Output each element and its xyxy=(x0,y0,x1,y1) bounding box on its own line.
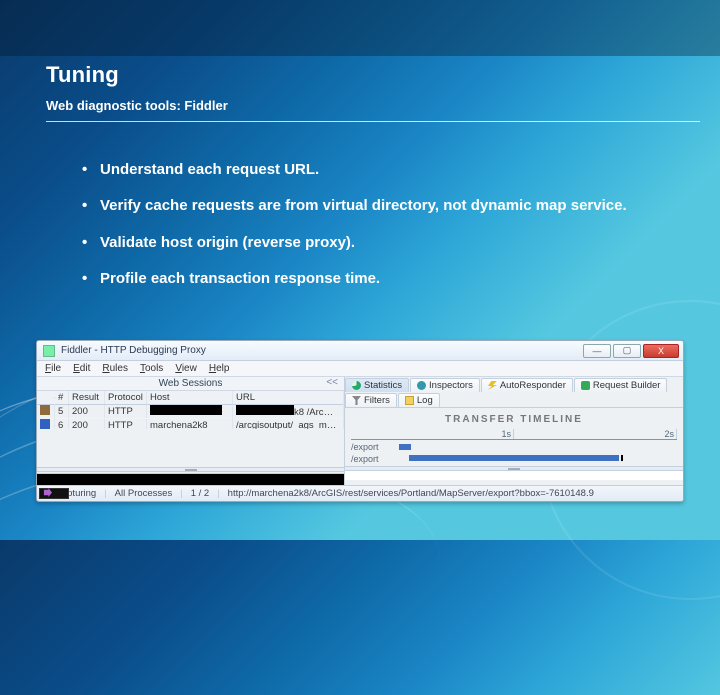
corner-badge xyxy=(39,488,69,499)
tab-log[interactable]: Log xyxy=(398,393,440,407)
bullet-list: Understand each request URL. Verify cach… xyxy=(86,160,680,305)
table-row[interactable]: 6 200 HTTP marchena2k8 /arcgisoutput/_ag… xyxy=(37,419,344,429)
status-bar: Capturing | All Processes | 1 / 2 | http… xyxy=(37,485,683,501)
minimize-button[interactable]: — xyxy=(583,344,611,358)
table-row[interactable]: 5 200 HTTP k8 /ArcGIS/rest/services/Port… xyxy=(37,405,344,419)
sessions-pane: Web Sessions << # Result Protocol Host U… xyxy=(37,377,345,485)
pin-icon[interactable]: << xyxy=(326,377,338,388)
bullet-item: Understand each request URL. xyxy=(86,160,680,180)
menu-file[interactable]: File xyxy=(45,363,61,374)
timeline-end-tick xyxy=(621,455,623,461)
menu-bar: File Edit Rules Tools View Help xyxy=(37,361,683,377)
tick: 1s xyxy=(351,429,514,439)
col-result[interactable]: Result xyxy=(69,391,105,404)
cell-num: 6 xyxy=(55,419,69,429)
timeline-bar xyxy=(399,444,411,450)
tick: 2s xyxy=(514,429,677,439)
col-num[interactable]: # xyxy=(55,391,69,404)
tab-inspectors[interactable]: Inspectors xyxy=(410,378,480,392)
app-icon xyxy=(43,345,55,357)
tab-request-builder[interactable]: Request Builder xyxy=(574,378,668,392)
session-icon xyxy=(40,419,50,429)
cell-host xyxy=(147,404,233,419)
lower-blank-panel xyxy=(345,471,683,480)
close-button[interactable]: X xyxy=(643,344,679,358)
tab-statistics[interactable]: Statistics xyxy=(345,378,409,392)
bullet-item: Verify cache requests are from virtual d… xyxy=(86,196,680,216)
menu-edit[interactable]: Edit xyxy=(73,363,90,374)
menu-view[interactable]: View xyxy=(175,363,197,374)
eye-icon xyxy=(417,381,426,390)
timeline-label: /export xyxy=(351,454,395,464)
upload-icon xyxy=(581,381,590,390)
timeline-row: /export xyxy=(351,452,677,464)
col-icon xyxy=(37,397,55,399)
cell-protocol: HTTP xyxy=(105,419,147,429)
bullet-item: Profile each transaction response time. xyxy=(86,269,680,289)
cell-result: 200 xyxy=(69,405,105,418)
cell-protocol: HTTP xyxy=(105,405,147,418)
table-header: # Result Protocol Host URL xyxy=(37,391,344,405)
funnel-icon xyxy=(352,396,361,405)
fiddler-window: Fiddler - HTTP Debugging Proxy — ▢ X Fil… xyxy=(36,340,684,502)
slide-title: Tuning xyxy=(46,62,700,88)
splitter-horizontal[interactable] xyxy=(37,467,344,472)
timeline-bar xyxy=(409,455,619,461)
col-protocol[interactable]: Protocol xyxy=(105,391,147,404)
col-url[interactable]: URL xyxy=(233,391,344,404)
redacted-url-part xyxy=(236,405,294,415)
detail-pane: Statistics Inspectors AutoResponder Requ… xyxy=(345,377,683,485)
clock-icon xyxy=(352,381,361,390)
menu-help[interactable]: Help xyxy=(209,363,230,374)
bullet-item: Validate host origin (reverse proxy). xyxy=(86,233,680,253)
menu-tools[interactable]: Tools xyxy=(140,363,163,374)
splitter-horizontal[interactable] xyxy=(345,466,683,471)
redacted-host xyxy=(150,405,222,415)
status-counter: 1 / 2 xyxy=(191,488,210,499)
redacted-bar xyxy=(37,473,344,485)
web-sessions-label: Web Sessions xyxy=(159,378,223,389)
detail-tabs: Statistics Inspectors AutoResponder Requ… xyxy=(345,377,683,408)
col-host[interactable]: Host xyxy=(147,391,233,404)
menu-rules[interactable]: Rules xyxy=(102,363,128,374)
maximize-button[interactable]: ▢ xyxy=(613,344,641,358)
cell-url: /arcgisoutput/_ags_map2fc17 xyxy=(233,419,344,429)
slide-subtitle: Web diagnostic tools: Fiddler xyxy=(46,98,700,122)
cell-num: 5 xyxy=(55,405,69,418)
document-icon xyxy=(405,396,414,405)
timeline-label: /export xyxy=(351,442,395,452)
tab-autoresponder[interactable]: AutoResponder xyxy=(481,378,573,392)
timeline-title: TRANSFER TIMELINE xyxy=(351,414,677,425)
window-title: Fiddler - HTTP Debugging Proxy xyxy=(61,345,583,356)
cell-result: 200 xyxy=(69,419,105,429)
timeline-panel: TRANSFER TIMELINE 1s 2s /export /export xyxy=(345,408,683,466)
sessions-table: # Result Protocol Host URL 5 200 HTTP k8… xyxy=(37,391,344,429)
bolt-icon xyxy=(488,381,497,390)
timeline-row: /export xyxy=(351,440,677,452)
web-sessions-tab[interactable]: Web Sessions << xyxy=(37,377,344,391)
cell-url: k8 /ArcGIS/rest/services/Portland xyxy=(233,404,344,419)
timeline-axis: 1s 2s xyxy=(351,429,677,440)
tab-filters[interactable]: Filters xyxy=(345,393,397,407)
status-processes[interactable]: All Processes xyxy=(115,488,173,499)
window-titlebar[interactable]: Fiddler - HTTP Debugging Proxy — ▢ X xyxy=(37,341,683,361)
cell-host: marchena2k8 xyxy=(147,419,233,429)
status-url: http://marchena2k8/ArcGIS/rest/services/… xyxy=(228,488,677,499)
slide-header-band xyxy=(0,0,720,56)
session-icon xyxy=(40,405,50,415)
